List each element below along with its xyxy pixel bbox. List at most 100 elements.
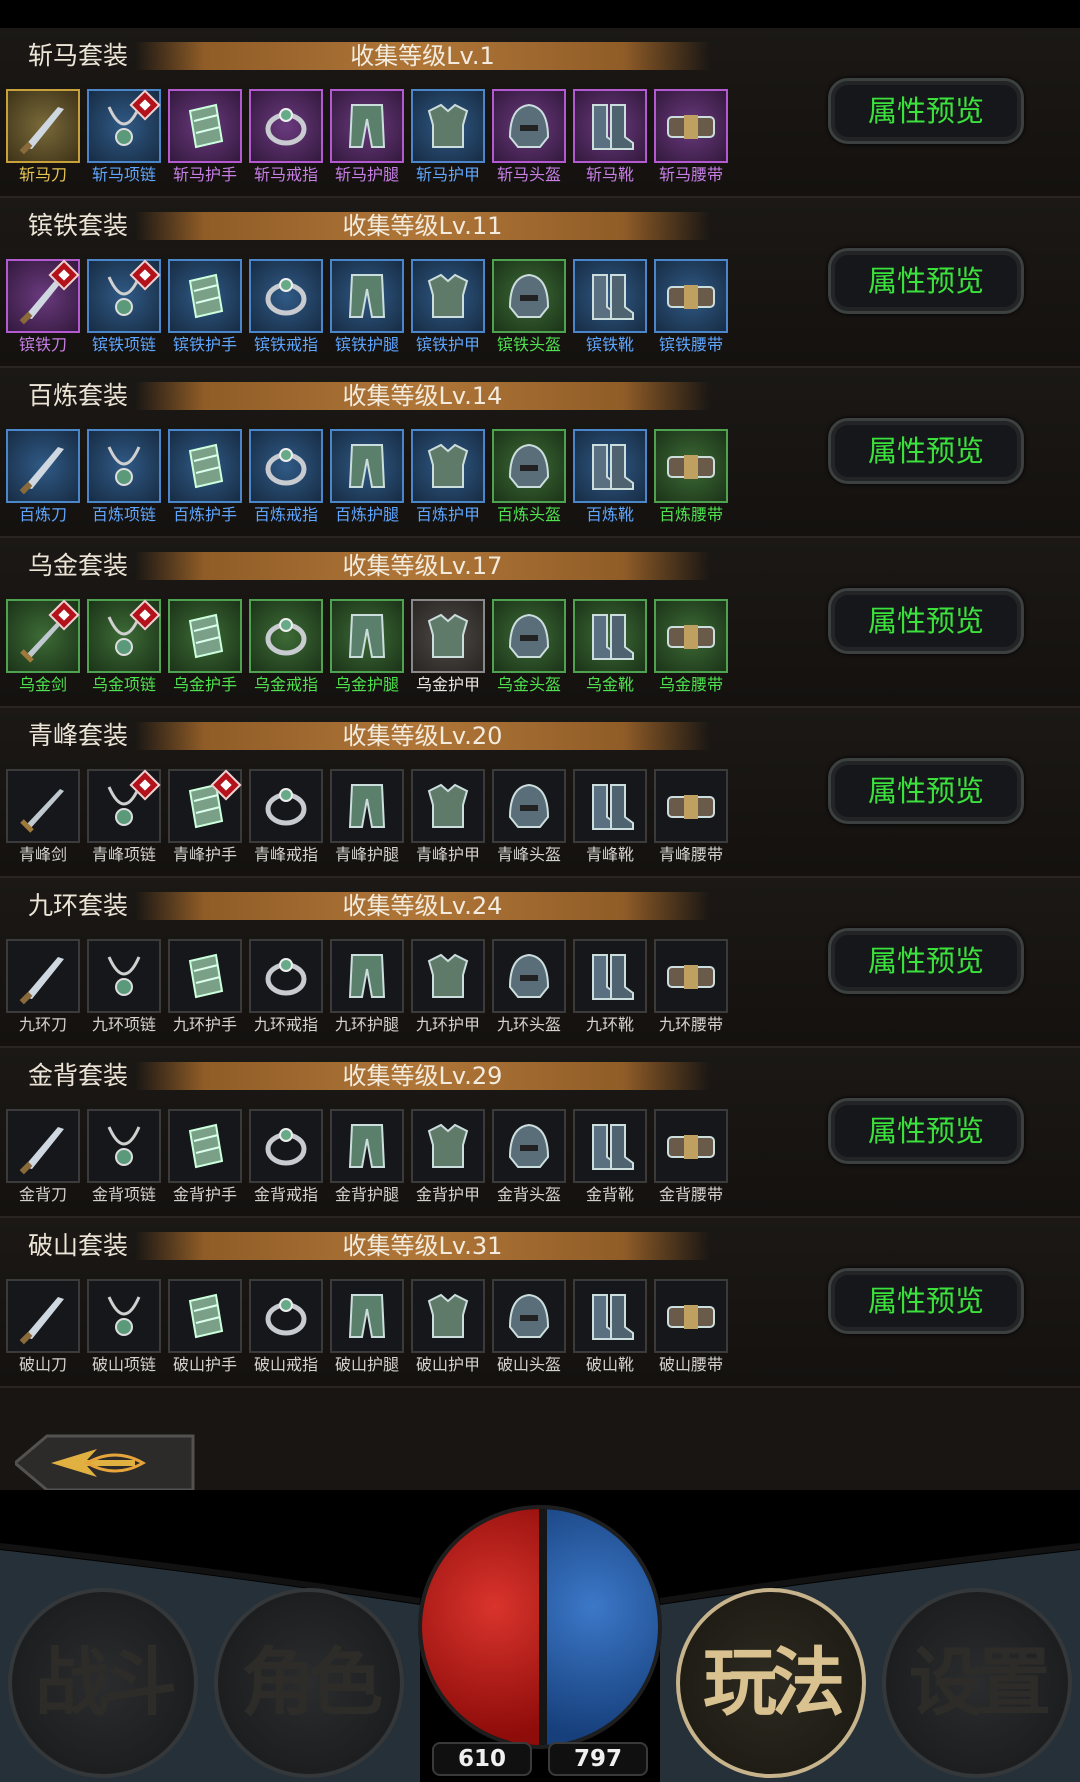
item-slot [411,1109,485,1183]
equipment-item[interactable]: 青峰护手 [167,768,243,864]
equipment-item[interactable]: 百炼头盔 [491,428,567,524]
equipment-item[interactable]: 镔铁护腿 [329,258,405,354]
equipment-item[interactable]: 九环护手 [167,938,243,1034]
nav-character-button[interactable]: 角色 [214,1588,404,1778]
item-slot [87,1109,161,1183]
equipment-item[interactable]: 乌金戒指 [248,598,324,694]
equipment-item[interactable]: 破山刀 [5,1278,81,1374]
attribute-preview-button[interactable]: 属性预览 [828,928,1024,994]
equipment-item[interactable]: 破山腰带 [653,1278,729,1374]
equipment-item[interactable]: 乌金护甲 [410,598,486,694]
nav-battle-button[interactable]: 战斗 [8,1588,198,1778]
equipment-item[interactable]: 金背护腿 [329,1108,405,1204]
equipment-item[interactable]: 乌金腰带 [653,598,729,694]
equipment-item[interactable]: 九环刀 [5,938,81,1034]
item-label: 镔铁刀 [18,335,67,354]
armor-icon [427,1293,469,1338]
equipment-item[interactable]: 九环护甲 [410,938,486,1034]
equipment-item[interactable]: 破山护腿 [329,1278,405,1374]
equipment-item[interactable]: 百炼护甲 [410,428,486,524]
attribute-preview-button[interactable]: 属性预览 [828,1268,1024,1334]
equipment-item[interactable]: 九环腰带 [653,938,729,1034]
equipment-item[interactable]: 金背项链 [86,1108,162,1204]
item-slot [573,259,647,333]
equipment-item[interactable]: 九环头盔 [491,938,567,1034]
item-label: 斩马腰带 [658,165,723,184]
equipment-item[interactable]: 青峰戒指 [248,768,324,864]
equipment-item[interactable]: 镔铁护手 [167,258,243,354]
equipment-item[interactable]: 斩马靴 [572,88,648,184]
equipment-item[interactable]: 乌金头盔 [491,598,567,694]
nav-gameplay-button[interactable]: 玩法 [676,1588,866,1778]
equipment-item[interactable]: 斩马护甲 [410,88,486,184]
equipment-item[interactable]: 金背刀 [5,1108,81,1204]
equipment-item[interactable]: 青峰护腿 [329,768,405,864]
equipment-item[interactable]: 金背戒指 [248,1108,324,1204]
equipment-collection-panel: 斩马套装 收集等级Lv.1 斩马刀 斩马项链 斩马护手 斩马戒指 斩马护腿 斩马护甲 斩马头盔 斩… [0,28,1080,1493]
item-label: 镔铁头盔 [496,335,561,354]
attribute-preview-button[interactable]: 属性预览 [828,588,1024,654]
equipment-item[interactable]: 金背头盔 [491,1108,567,1204]
ring-icon [265,1298,307,1336]
equipment-item[interactable]: 镔铁戒指 [248,258,324,354]
equipment-item[interactable]: 百炼靴 [572,428,648,524]
back-button[interactable] [15,1433,207,1493]
equipment-item[interactable]: 乌金项链 [86,598,162,694]
equipment-item[interactable]: 镔铁护甲 [410,258,486,354]
equipment-item[interactable]: 九环靴 [572,938,648,1034]
item-label: 镔铁戒指 [253,335,318,354]
equipment-item[interactable]: 九环戒指 [248,938,324,1034]
equipment-item[interactable]: 青峰剑 [5,768,81,864]
equipment-item[interactable]: 镔铁项链 [86,258,162,354]
equipment-item[interactable]: 破山护手 [167,1278,243,1374]
equipment-item[interactable]: 破山项链 [86,1278,162,1374]
equipment-item[interactable]: 破山戒指 [248,1278,324,1374]
equipment-item[interactable]: 青峰腰带 [653,768,729,864]
item-slot [87,1279,161,1353]
attribute-preview-button[interactable]: 属性预览 [828,1098,1024,1164]
equipment-item[interactable]: 镔铁刀 [5,258,81,354]
equipment-item[interactable]: 百炼刀 [5,428,81,524]
attribute-preview-button[interactable]: 属性预览 [828,418,1024,484]
equipment-item[interactable]: 乌金护腿 [329,598,405,694]
equipment-item[interactable]: 青峰项链 [86,768,162,864]
equipment-item[interactable]: 青峰头盔 [491,768,567,864]
equipment-item[interactable]: 斩马腰带 [653,88,729,184]
equipment-item[interactable]: 镔铁腰带 [653,258,729,354]
attribute-preview-button[interactable]: 属性预览 [828,758,1024,824]
equipment-item[interactable]: 百炼护腿 [329,428,405,524]
equipment-item[interactable]: 斩马头盔 [491,88,567,184]
equipment-item[interactable]: 破山护甲 [410,1278,486,1374]
equipment-item[interactable]: 百炼项链 [86,428,162,524]
attribute-preview-button[interactable]: 属性预览 [828,248,1024,314]
equipment-item[interactable]: 镔铁头盔 [491,258,567,354]
equipment-item[interactable]: 破山靴 [572,1278,648,1374]
bracer-icon [188,953,224,999]
equipment-item[interactable]: 金背护手 [167,1108,243,1204]
equipment-item[interactable]: 九环项链 [86,938,162,1034]
equipment-item[interactable]: 破山头盔 [491,1278,567,1374]
attribute-preview-button[interactable]: 属性预览 [828,78,1024,144]
equipment-item[interactable]: 乌金剑 [5,598,81,694]
equipment-item[interactable]: 乌金护手 [167,598,243,694]
equipment-item[interactable]: 斩马刀 [5,88,81,184]
equipment-item[interactable]: 斩马护手 [167,88,243,184]
equipment-item[interactable]: 斩马项链 [86,88,162,184]
equipment-item[interactable]: 金背腰带 [653,1108,729,1204]
item-slot [168,769,242,843]
equipment-item[interactable]: 百炼护手 [167,428,243,524]
equipment-item[interactable]: 镔铁靴 [572,258,648,354]
equipment-item[interactable]: 斩马戒指 [248,88,324,184]
equipment-item[interactable]: 九环护腿 [329,938,405,1034]
equipment-item[interactable]: 百炼戒指 [248,428,324,524]
equipment-item[interactable]: 百炼腰带 [653,428,729,524]
equipment-item[interactable]: 金背护甲 [410,1108,486,1204]
equipment-item[interactable]: 乌金靴 [572,598,648,694]
collection-level: 收集等级Lv.14 [342,382,503,410]
equipment-item[interactable]: 金背靴 [572,1108,648,1204]
equipment-item[interactable]: 斩马护腿 [329,88,405,184]
item-slot [87,89,161,163]
equipment-item[interactable]: 青峰靴 [572,768,648,864]
equipment-item[interactable]: 青峰护甲 [410,768,486,864]
nav-settings-button[interactable]: 设置 [882,1588,1072,1778]
